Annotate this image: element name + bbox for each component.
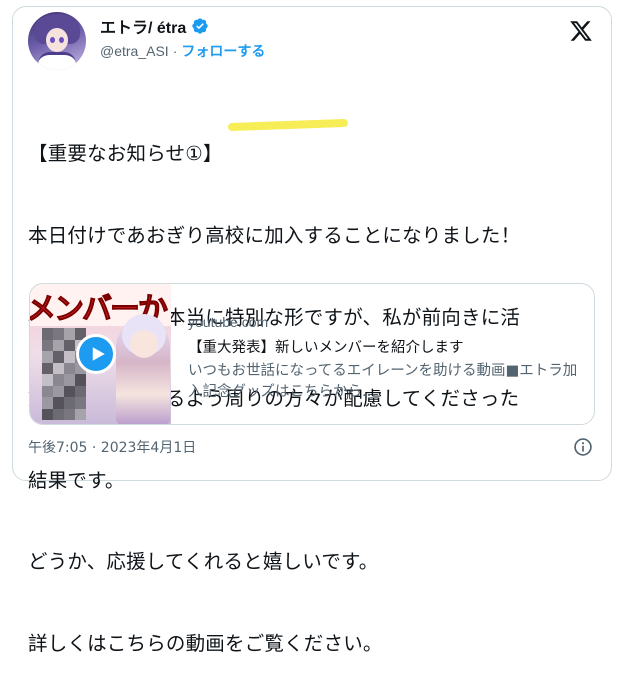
mosaic-tile	[64, 397, 75, 409]
tweet-line: どうか、応援してくれると嬉しいです。	[28, 550, 379, 574]
mosaic-tile	[53, 339, 64, 351]
mosaic-tile	[64, 351, 75, 363]
mosaic-tile	[64, 385, 75, 397]
mosaic-tile	[53, 351, 64, 363]
mosaic-tile	[42, 328, 53, 340]
follow-button[interactable]: フォローする	[181, 41, 265, 61]
card-description: いつもお世話になってるエイレーンを助ける動画■エトラ加入記念グッズはこちらから.…	[188, 363, 578, 400]
author-handle-row: @etra_ASI · フォローする	[100, 41, 265, 61]
mosaic-tile	[53, 328, 64, 340]
link-preview-card[interactable]: メンバーか youtube.com 【重大発表】新しいメンバーを紹介します いつ…	[29, 283, 595, 425]
mosaic-tile	[42, 362, 53, 374]
tweet-line: 本日付けであおぎり高校に加入することになりました！	[28, 224, 521, 248]
mosaic-tile	[42, 408, 53, 420]
mosaic-tile	[64, 339, 75, 351]
info-icon[interactable]	[573, 437, 593, 457]
mosaic-tile	[75, 397, 86, 409]
separator-dot: ·	[172, 43, 178, 59]
mosaic-tile	[42, 374, 53, 386]
mosaic-tile	[53, 362, 64, 374]
author-display-name[interactable]: エトラ/ étra	[100, 14, 186, 38]
mosaic-tile	[64, 362, 75, 374]
verified-badge-icon	[192, 18, 208, 34]
tweet-line: 詳しくはこちらの動画をご覧ください。	[28, 632, 383, 656]
mosaic-tile	[75, 385, 86, 397]
avatar[interactable]	[28, 12, 86, 70]
x-logo-icon[interactable]	[568, 19, 594, 43]
video-thumbnail[interactable]: メンバーか	[30, 284, 171, 424]
mosaic-tile	[53, 374, 64, 386]
card-title: 【重大発表】新しいメンバーを紹介します	[188, 340, 464, 356]
card-domain: youtube.com	[188, 314, 269, 330]
mosaic-tile	[42, 397, 53, 409]
mosaic-tile	[64, 408, 75, 420]
mosaic-tile	[53, 397, 64, 409]
play-icon	[92, 347, 105, 361]
avatar-body	[38, 52, 76, 70]
tweet-timestamp[interactable]: 午後7:05 · 2023年4月1日	[28, 437, 196, 457]
mosaic-tile	[53, 385, 64, 397]
tweet-line: 結果です。	[28, 468, 125, 492]
avatar-eye	[50, 37, 55, 43]
tweet-line: 【重要なお知らせ①】	[28, 142, 223, 166]
mosaic-tile	[75, 408, 86, 420]
play-button[interactable]	[76, 334, 116, 374]
thumbnail-character-face	[130, 330, 158, 358]
mosaic-tile	[42, 385, 53, 397]
avatar-eye	[59, 37, 64, 43]
author-handle[interactable]: @etra_ASI	[100, 43, 169, 59]
mosaic-tile	[75, 374, 86, 386]
mosaic-tile	[42, 351, 53, 363]
mosaic-tile	[64, 328, 75, 340]
mosaic-tile	[53, 408, 64, 420]
author-name-row: エトラ/ étra	[100, 14, 209, 38]
mosaic-tile	[64, 374, 75, 386]
mosaic-tile	[42, 339, 53, 351]
